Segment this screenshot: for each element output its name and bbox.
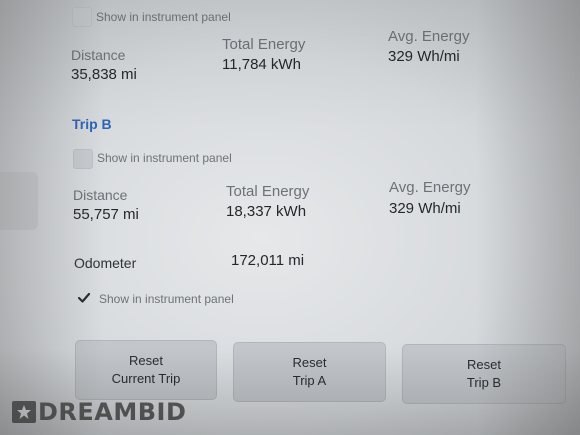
watermark-text: DREAMBID (38, 398, 187, 426)
trip-b-show-in-panel-checkbox[interactable] (73, 149, 93, 169)
reset-current-trip-line2: Current Trip (111, 371, 181, 386)
trip-a-total-energy-value: 11,784 kWh (222, 56, 301, 73)
odometer-label: Odometer (74, 255, 137, 271)
trip-a-show-in-panel-label: Show in instrument panel (96, 10, 231, 24)
trip-a-distance-label: Distance (71, 47, 126, 63)
trip-b-avg-energy-label: Avg. Energy (389, 179, 471, 196)
trip-a-avg-energy-value: 329 Wh/mi (388, 48, 460, 65)
reset-trip-b-line2: Trip B (466, 375, 502, 390)
trip-a-avg-energy-label: Avg. Energy (388, 28, 470, 45)
reset-trip-b-line1: Reset (467, 357, 501, 372)
reset-trip-b-button[interactable]: Reset Trip B (402, 344, 566, 404)
trip-b-title: Trip B (72, 116, 112, 132)
reset-trip-a-line1: Reset (292, 355, 327, 370)
trip-b-distance-value: 55,757 mi (73, 206, 139, 223)
trip-b-avg-energy-value: 329 Wh/mi (389, 200, 461, 217)
reset-current-trip-button[interactable]: Reset Current Trip (75, 340, 217, 400)
trip-b-show-in-panel-label: Show in instrument panel (97, 151, 232, 165)
odometer-show-in-panel-label: Show in instrument panel (99, 292, 234, 306)
odometer-show-in-panel-checkbox[interactable] (74, 288, 94, 308)
trip-a-total-energy-label: Total Energy (222, 36, 306, 53)
dreambid-watermark: DREAMBID (12, 398, 186, 426)
trip-a-show-in-panel-checkbox[interactable] (72, 7, 92, 27)
trip-b-total-energy-label: Total Energy (226, 183, 310, 200)
trip-b-distance-label: Distance (73, 187, 128, 203)
odometer-value: 172,011 mi (231, 252, 305, 269)
star-icon (12, 401, 36, 423)
trip-a-distance-value: 35,838 mi (71, 66, 137, 83)
reset-current-trip-line1: Reset (129, 353, 163, 368)
trip-b-total-energy-value: 18,337 kWh (226, 203, 307, 220)
reset-trip-a-line2: Trip A (292, 373, 327, 388)
reset-trip-a-button[interactable]: Reset Trip A (233, 342, 386, 402)
side-panel-edge (0, 172, 38, 230)
checkmark-icon (77, 292, 91, 303)
